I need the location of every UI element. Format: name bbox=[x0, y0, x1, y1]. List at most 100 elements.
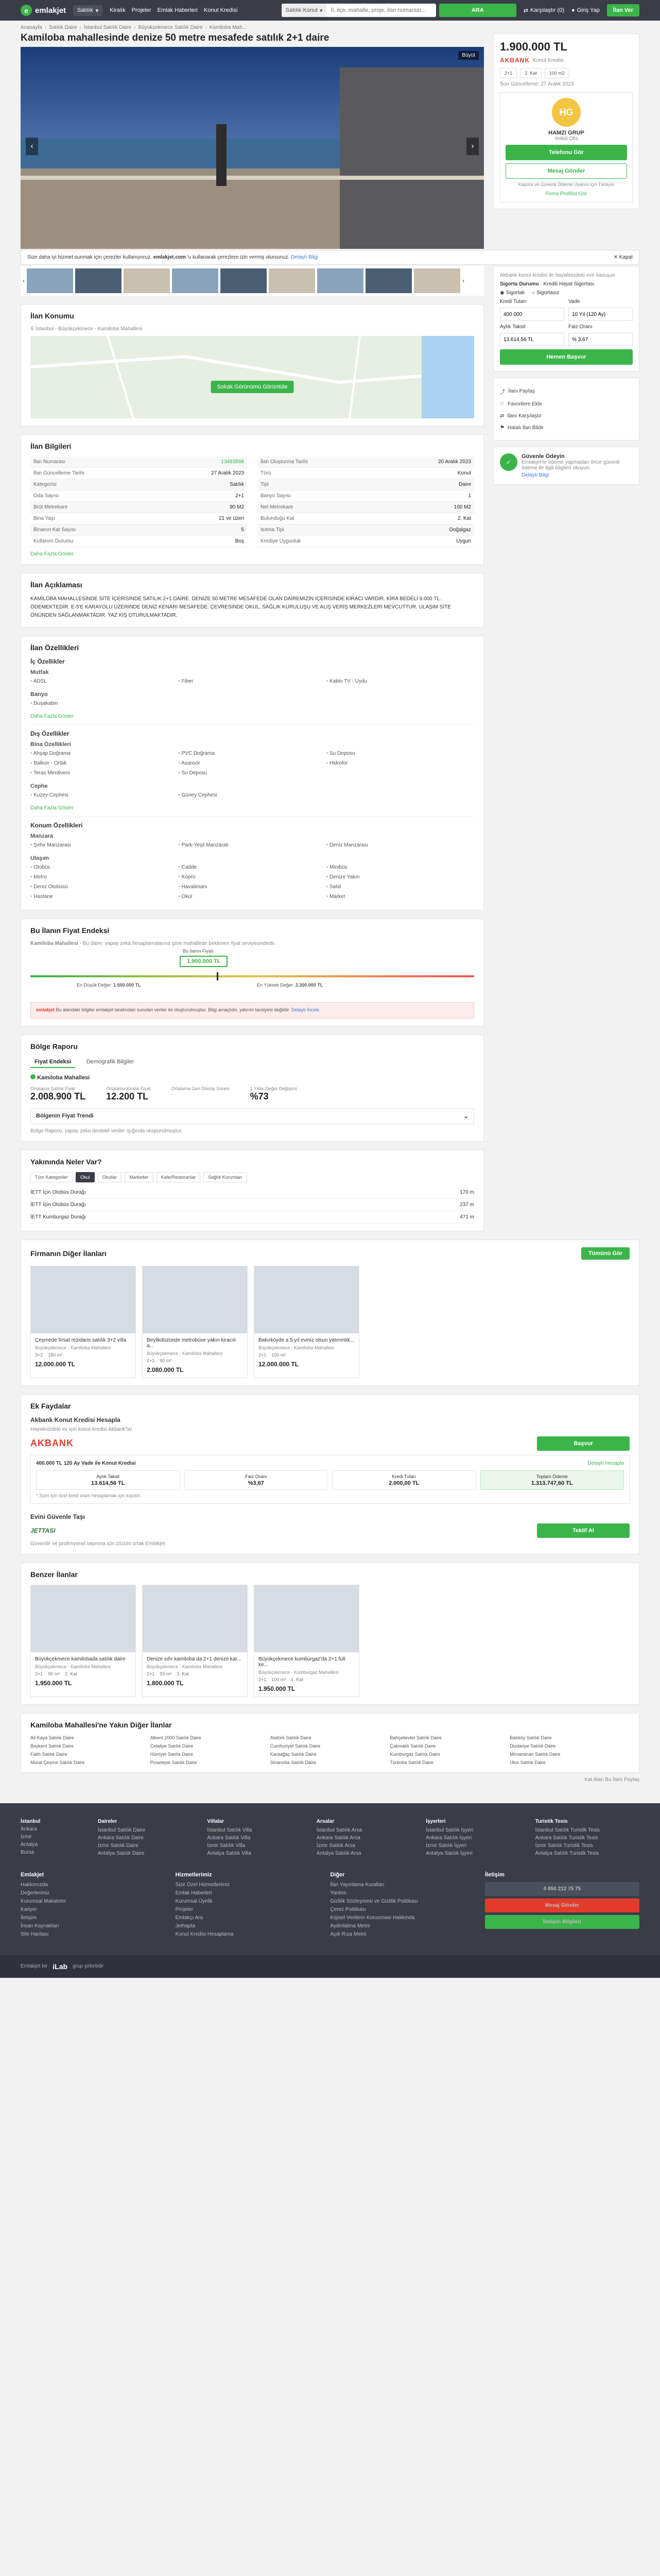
nearby-link[interactable]: Ulus Satılık Daire bbox=[510, 1760, 630, 1765]
listing-card[interactable]: Büyükçekmece kamilobada satılık daire Büy… bbox=[30, 1584, 136, 1697]
loan-amount-input[interactable] bbox=[500, 308, 564, 321]
list-item[interactable]: İETT İçin Otobüs Durağı 237 m bbox=[30, 1199, 474, 1211]
footer-link[interactable]: İstanbul Satılık Daire bbox=[98, 1827, 202, 1833]
thumbnail[interactable] bbox=[172, 268, 218, 293]
radio-uninsured[interactable]: ○ Sigortasız bbox=[532, 290, 559, 296]
footer-link[interactable]: Jethapta bbox=[176, 1923, 320, 1929]
post-ad-button[interactable]: İlan Ver bbox=[606, 4, 639, 16]
nearby-link[interactable]: Dizdariye Satılık Daire bbox=[510, 1743, 630, 1749]
nearby-link[interactable]: Ali Kaya Satılık Daire bbox=[30, 1735, 150, 1740]
listing-card[interactable]: Bakırköyde a 5 yıl eviniz olsun yatırıml… bbox=[254, 1265, 359, 1378]
footer-link[interactable]: Kişisel Verilerin Korunması Hakkında bbox=[330, 1915, 475, 1921]
compare-listing-action[interactable]: ⇄ İlanı Karşılaştır bbox=[500, 410, 633, 422]
phone-button[interactable]: 0 850 212 75 75 bbox=[484, 1882, 639, 1896]
chip-all[interactable]: Tüm Kategoriler bbox=[30, 1172, 73, 1182]
footer-link[interactable]: Site Haritası bbox=[21, 1931, 165, 1937]
footer-link[interactable]: Aydınlatma Metni bbox=[330, 1923, 475, 1929]
footer-link[interactable]: Antalya Satılık İşyeri bbox=[426, 1851, 530, 1856]
nearby-link[interactable]: Pınartepe Satılık Daire bbox=[150, 1760, 270, 1765]
thumbnail[interactable] bbox=[27, 268, 73, 293]
footer-city[interactable]: İstanbul bbox=[21, 1819, 93, 1824]
compare-link[interactable]: ⇄ Karşılaştır (0) bbox=[524, 7, 564, 14]
nearby-link[interactable]: Karaağaç Satılık Daire bbox=[270, 1752, 390, 1757]
tab-price-index[interactable]: Fiyat Endeksi bbox=[30, 1057, 75, 1068]
thumbnail[interactable] bbox=[414, 268, 460, 293]
chip-schools[interactable]: Okullar bbox=[97, 1172, 122, 1182]
login-link[interactable]: ● Giriş Yap bbox=[571, 7, 600, 13]
breadcrumb-item[interactable]: Satılık Daire bbox=[49, 25, 77, 30]
footer-link[interactable]: Size Özel Hizmetlerimiz bbox=[176, 1882, 320, 1888]
footer-link[interactable]: Antalya Satılık Turistik Tesis bbox=[535, 1851, 639, 1856]
nav-link-projects[interactable]: Projeler bbox=[132, 7, 151, 13]
footer-link[interactable]: İzmir Satılık Arsa bbox=[317, 1843, 421, 1849]
footer-link[interactable]: İzmir Satılık Daire bbox=[98, 1843, 202, 1849]
nearby-link[interactable]: Türkoba Satılık Daire bbox=[390, 1760, 510, 1765]
chevron-right-icon[interactable]: › bbox=[462, 277, 464, 284]
footer-link[interactable]: Emlak Haberleri bbox=[176, 1890, 320, 1896]
footer-link[interactable]: Projeler bbox=[176, 1907, 320, 1912]
get-quote-button[interactable]: Teklif Al bbox=[537, 1523, 630, 1538]
brand-logo[interactable]: e emlakjet bbox=[21, 5, 66, 16]
footer-link[interactable]: Antalya Satılık Daire bbox=[98, 1851, 202, 1856]
safe-link[interactable]: Detaylı Bilgi bbox=[522, 472, 549, 478]
list-item[interactable]: İETT İçin Otobüs Durağı 170 m bbox=[30, 1187, 474, 1199]
nearby-link[interactable]: Mimarsinan Satılık Daire bbox=[510, 1752, 630, 1757]
nearby-link[interactable]: Murat Çeşme Satılık Daire bbox=[30, 1760, 150, 1765]
nearby-link[interactable]: Sinanoba Satılık Daire bbox=[270, 1760, 390, 1765]
show-more-features-link[interactable]: Daha Fazla Göster bbox=[30, 805, 74, 811]
footer-link[interactable]: İlan Yayınlama Kuralları bbox=[330, 1882, 475, 1888]
nearby-link[interactable]: Cumhuriyet Satılık Daire bbox=[270, 1743, 390, 1749]
apply-credit-button[interactable]: Başvur bbox=[537, 1436, 630, 1451]
footer-link[interactable]: İstanbul Satılık Villa bbox=[207, 1827, 311, 1833]
thumbnail[interactable] bbox=[366, 268, 412, 293]
search-input[interactable] bbox=[326, 7, 436, 13]
show-more-info-link[interactable]: Daha Fazla Göster bbox=[30, 551, 74, 557]
chip-school[interactable]: Okul bbox=[76, 1172, 95, 1182]
nearby-link[interactable]: Beykent Satılık Daire bbox=[30, 1743, 150, 1749]
seller-name[interactable]: HAMZI GRUP bbox=[506, 130, 627, 136]
footer-link[interactable]: Kurumsal Makaleler bbox=[21, 1899, 165, 1904]
chip-markets[interactable]: Marketler bbox=[125, 1172, 153, 1182]
nearby-link[interactable]: Batıköy Satılık Daire bbox=[510, 1735, 630, 1740]
cookie-close-button[interactable]: ✕ Kapat bbox=[614, 255, 633, 260]
footer-link[interactable]: Antalya Satılık Villa bbox=[207, 1851, 311, 1856]
location-map[interactable]: Sokak Görünümü Görüntüle bbox=[30, 336, 474, 418]
nearby-link[interactable]: Çakmaklı Satılık Daire bbox=[390, 1743, 510, 1749]
footer-city[interactable]: Bursa bbox=[21, 1850, 93, 1855]
show-more-features-link[interactable]: Daha Fazla Göster bbox=[30, 714, 74, 719]
nearby-link[interactable]: Atatürk Satılık Daire bbox=[270, 1735, 390, 1740]
footer-link[interactable]: İzmir Satılık Villa bbox=[207, 1843, 311, 1849]
see-all-button[interactable]: Tümünü Gör bbox=[581, 1247, 630, 1260]
tab-demographics[interactable]: Demografik Bilgiler bbox=[82, 1057, 138, 1068]
send-message-button[interactable]: Mesaj Gönder bbox=[506, 163, 627, 179]
footer-link[interactable]: Antalya Satılık Arsa bbox=[317, 1851, 421, 1856]
footer-link[interactable]: Ankara Satılık Turistik Tesis bbox=[535, 1835, 639, 1841]
footer-link[interactable]: Ankara Satılık İşyeri bbox=[426, 1835, 530, 1841]
detailed-calc-link[interactable]: Detaylı Hesapla bbox=[587, 1461, 624, 1466]
footer-link[interactable]: İstanbul Satılık Arsa bbox=[317, 1827, 421, 1833]
chevron-left-icon[interactable]: ‹ bbox=[23, 277, 25, 284]
footer-link[interactable]: Hakkımızda bbox=[21, 1882, 165, 1888]
listing-card[interactable]: Çeşmede fırsat rezidans satılık 3+2 vill… bbox=[30, 1265, 136, 1378]
cookie-details-link[interactable]: Detaylı Bilgi bbox=[291, 255, 318, 260]
message-button[interactable]: Mesaj Gönder bbox=[484, 1898, 639, 1912]
footer-link[interactable]: Emlakçı Ara bbox=[176, 1915, 320, 1921]
share-listing-action[interactable]: ⤴ İlanı Paylaş bbox=[500, 384, 633, 398]
footer-link[interactable]: Konut Kredisi Hesaplama bbox=[176, 1931, 320, 1937]
chip-cafes[interactable]: Kafe/Restoranlar bbox=[156, 1172, 201, 1182]
nearby-link[interactable]: Hürriyet Satılık Daire bbox=[150, 1752, 270, 1757]
footer-link[interactable]: Açık Rıza Metni bbox=[330, 1931, 475, 1937]
listing-card[interactable]: Büyükçekmece kumburgaz'da 2+1 full ke...… bbox=[254, 1584, 359, 1697]
seller-profile-link[interactable]: Firma Profilini Gör bbox=[506, 191, 627, 197]
report-listing-action[interactable]: ⚑ Hatalı İlan Bildir bbox=[500, 422, 633, 434]
footer-link[interactable]: Kariyer bbox=[21, 1907, 165, 1912]
seller-avatar[interactable]: HG bbox=[552, 98, 581, 127]
apply-loan-button[interactable]: Hemen Başvur bbox=[500, 349, 633, 365]
thumbnail[interactable] bbox=[317, 268, 363, 293]
show-phone-button[interactable]: Telefonu Gör bbox=[506, 145, 627, 160]
loan-term-select[interactable] bbox=[568, 308, 633, 321]
price-trend-accordion[interactable]: Bölgenin Fiyat Trendi ⌄ bbox=[30, 1108, 474, 1124]
footer-link[interactable]: Gizlilik Sözleşmesi ve Gizlilik Politika… bbox=[330, 1899, 475, 1904]
gallery-next-button[interactable]: › bbox=[466, 138, 479, 155]
nearby-link[interactable]: Celaliye Satılık Daire bbox=[150, 1743, 270, 1749]
